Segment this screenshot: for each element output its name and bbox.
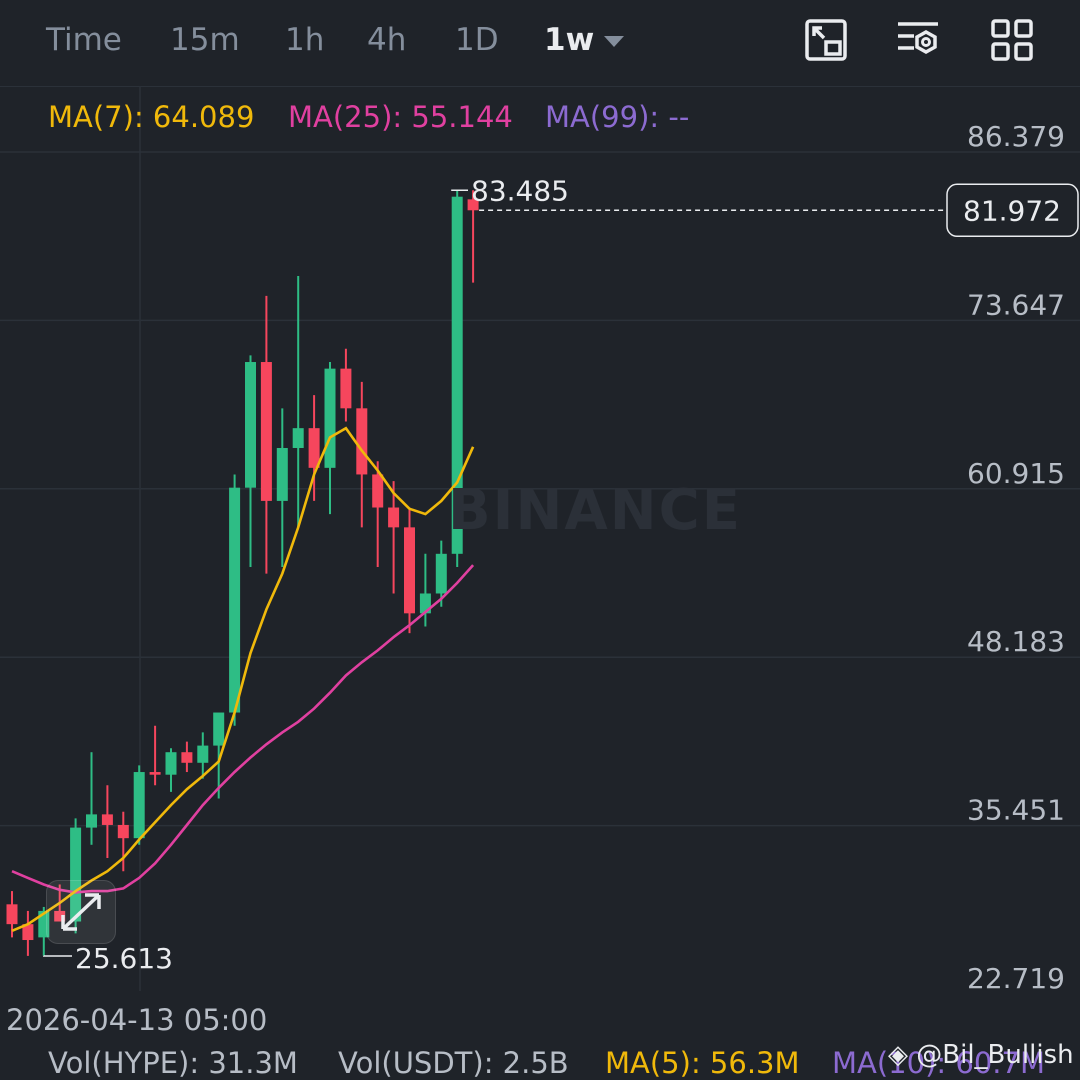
- candle-body-7: [117, 824, 129, 839]
- candle-body-8: [133, 772, 145, 839]
- expand-button[interactable]: [46, 880, 116, 944]
- axis-tick-label-3: 48.183: [967, 625, 1065, 658]
- vol-usdt-label: Vol(USDT): 2.5B: [338, 1046, 569, 1080]
- candle-body-21: [340, 368, 352, 409]
- candles-layer: [6, 190, 479, 956]
- candle-body-27: [435, 553, 447, 594]
- candle-body-13: [213, 712, 225, 746]
- candle-body-12: [197, 745, 209, 763]
- candle-body-25: [404, 527, 415, 614]
- axis-tick-label-0: 86.379: [967, 120, 1065, 153]
- ma25-label: MA(25): 55.144: [288, 100, 513, 134]
- candle-body-18: [292, 428, 304, 448]
- candle-body-16: [260, 362, 272, 501]
- vol-hype-label: Vol(HYPE): 31.3M: [48, 1046, 298, 1080]
- price-axis: 86.379 73.647 60.915 48.183 35.451 22.719 81.9…: [946, 120, 1079, 991]
- ma-lines-layer: [11, 426, 475, 933]
- interval-tab-bar: Time 15m 1h 4h 1D 1w: [0, 0, 1080, 87]
- candle-body-11: [181, 752, 193, 763]
- credit-text: @Bil_Bullish: [916, 1040, 1074, 1070]
- last-price-label: 81.972: [963, 194, 1061, 227]
- candle-body-15: [245, 362, 256, 488]
- chart-in-box-icon[interactable]: [804, 18, 848, 62]
- candle-body-9: [149, 772, 161, 775]
- candle-body-14: [229, 487, 241, 713]
- expand-icon: [61, 893, 101, 931]
- axis-tick-label-2: 60.915: [967, 457, 1065, 490]
- candle-body-23: [372, 474, 384, 508]
- high-price-label: 83.485: [471, 174, 569, 207]
- axis-tick-label-1: 73.647: [967, 288, 1065, 321]
- tab-4h[interactable]: 4h: [367, 22, 406, 58]
- tab-1h[interactable]: 1h: [285, 22, 324, 58]
- ma7-line: [11, 426, 475, 933]
- ma25-line: [11, 564, 475, 894]
- axis-tick-label-4: 35.451: [967, 794, 1065, 827]
- candle-body-24: [388, 507, 400, 528]
- tab-time[interactable]: Time: [46, 22, 122, 58]
- candle-body-0: [6, 904, 18, 925]
- tab-1w[interactable]: 1w: [544, 22, 594, 58]
- candle-body-17: [276, 447, 288, 501]
- vol-ma5-label: MA(5): 56.3M: [605, 1046, 800, 1080]
- indicator-settings-icon[interactable]: [896, 18, 940, 62]
- crosshair-date: 2026-04-13 05:00: [6, 1003, 268, 1037]
- annotations-layer: 83.485 25.613: [43, 174, 946, 975]
- candle-body-19: [308, 428, 320, 468]
- ma7-label: MA(7): 64.089: [48, 100, 255, 134]
- candle-body-22: [356, 408, 368, 475]
- binance-logo-icon: ◈: [888, 1040, 908, 1070]
- axis-tick-label-5: 22.719: [967, 962, 1065, 991]
- low-price-label: 25.613: [75, 942, 173, 975]
- tab-1d[interactable]: 1D: [455, 22, 499, 58]
- candle-body-20: [324, 368, 336, 468]
- watermark: BINANCE: [448, 478, 742, 543]
- candle-body-6: [101, 814, 113, 825]
- candle-body-5: [86, 814, 97, 828]
- chevron-down-icon[interactable]: [604, 36, 624, 47]
- grid-layout-icon[interactable]: [990, 18, 1034, 62]
- tab-15m[interactable]: 15m: [170, 22, 240, 58]
- candle-body-10: [165, 752, 177, 775]
- ma99-label: MA(99): --: [545, 100, 690, 134]
- credit-watermark: ◈ @Bil_Bullish: [888, 1040, 1074, 1070]
